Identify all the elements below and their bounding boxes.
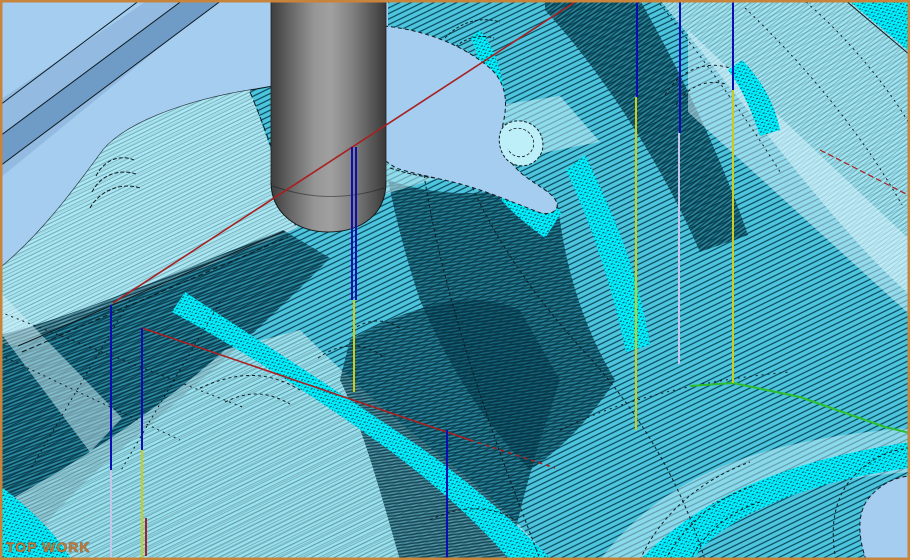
ball-nose-cutter — [271, 0, 386, 232]
cam-scene-svg: TOP WORK — [0, 0, 910, 560]
tool-shank — [271, 0, 386, 232]
view-label: TOP WORK — [6, 539, 91, 555]
cam-viewport[interactable]: TOP WORK — [0, 0, 910, 560]
